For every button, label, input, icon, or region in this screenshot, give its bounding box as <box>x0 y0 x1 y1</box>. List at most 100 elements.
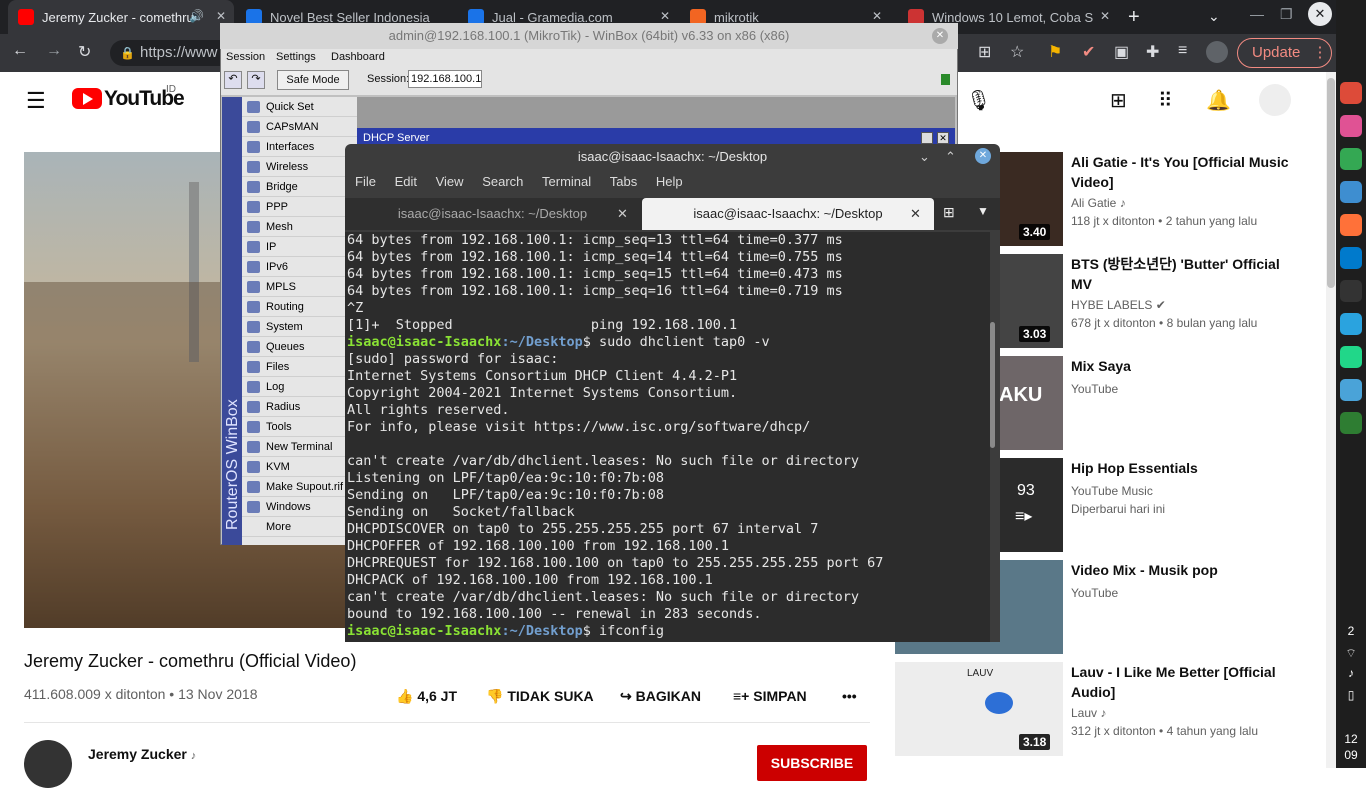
flickr-icon[interactable] <box>1340 115 1362 137</box>
undo-icon[interactable]: ↶ <box>224 71 242 89</box>
volume-icon[interactable]: ♪ <box>1336 666 1366 680</box>
nav-radius[interactable]: Radius <box>242 397 357 417</box>
update-button[interactable]: Update ⋮ <box>1237 38 1332 68</box>
hamburger-menu-icon[interactable]: ☰ <box>26 88 46 114</box>
winbox-close-icon[interactable]: ✕ <box>932 28 948 44</box>
nav-mpls[interactable]: MPLS <box>242 277 357 297</box>
nav-windows[interactable]: Windows <box>242 497 357 517</box>
forward-icon[interactable]: → <box>46 42 62 60</box>
terminal-titlebar[interactable]: isaac@isaac-Isaachx: ~/Desktop ⌄ ⌃ ✕ <box>345 144 1000 170</box>
nav-mesh[interactable]: Mesh <box>242 217 357 237</box>
redo-icon[interactable]: ↷ <box>247 71 265 89</box>
menu-search[interactable]: Search <box>482 174 523 189</box>
monitor-icon[interactable] <box>1340 379 1362 401</box>
nav-log[interactable]: Log <box>242 377 357 397</box>
terminal-tab[interactable]: isaac@isaac-Isaachx: ~/Desktop ✕ <box>345 198 640 230</box>
share-button[interactable]: ↪ BAGIKAN <box>620 688 701 705</box>
new-tab-icon[interactable]: ⊞ <box>943 204 955 221</box>
close-tab-icon[interactable]: ✕ <box>872 9 882 23</box>
like-button[interactable]: 👍 4,6 JT <box>396 688 457 705</box>
extension-icon[interactable]: ⚑ <box>1048 42 1062 62</box>
microphone-icon[interactable]: 🎙 <box>966 88 991 113</box>
nav-interfaces[interactable]: Interfaces <box>242 137 357 157</box>
vscode-icon[interactable] <box>1340 247 1362 269</box>
terminal-scrollbar[interactable] <box>990 322 995 448</box>
nav-make-supout[interactable]: Make Supout.rif <box>242 477 357 497</box>
terminal-tab-active[interactable]: isaac@isaac-Isaachx: ~/Desktop ✕ <box>642 198 934 230</box>
create-video-icon[interactable]: ⊞ <box>1110 88 1127 113</box>
bookmark-star-icon[interactable]: ☆ <box>1010 42 1024 62</box>
nav-kvm[interactable]: KVM <box>242 457 357 477</box>
menu-help[interactable]: Help <box>656 174 683 189</box>
nav-bridge[interactable]: Bridge <box>242 177 357 197</box>
notifications-bell-icon[interactable]: 🔔 <box>1206 88 1231 113</box>
media-control-icon[interactable]: ≡ <box>1178 42 1187 60</box>
audio-icon[interactable]: 🔊 <box>189 9 204 23</box>
new-tab-button[interactable]: + <box>1128 6 1140 29</box>
wifi-icon[interactable]: ⌔ <box>1336 646 1366 661</box>
winbox-titlebar[interactable]: admin@192.168.100.1 (MikroTik) - WinBox … <box>220 23 958 49</box>
nav-routing[interactable]: Routing <box>242 297 357 317</box>
extension-icon[interactable]: ✔ <box>1082 42 1095 62</box>
minimize-icon[interactable]: ⌄ <box>919 144 930 170</box>
nav-ip[interactable]: IP <box>242 237 357 257</box>
close-icon[interactable]: ✕ <box>975 148 991 164</box>
close-icon[interactable]: ✕ <box>937 132 949 144</box>
telegram-icon[interactable] <box>1340 313 1362 335</box>
maximize-icon[interactable] <box>921 132 933 144</box>
tab-search-icon[interactable]: ⌄ <box>1208 8 1220 25</box>
youtube-logo-icon[interactable] <box>72 88 102 109</box>
nav-tools[interactable]: Tools <box>242 417 357 437</box>
menu-tabs[interactable]: Tabs <box>610 174 637 189</box>
translate-icon[interactable]: ⊞ <box>978 42 991 62</box>
nav-capsman[interactable]: CAPsMAN <box>242 117 357 137</box>
menu-file[interactable]: File <box>355 174 376 189</box>
nav-more[interactable]: More <box>242 517 357 537</box>
channel-name[interactable]: Jeremy Zucker ♪ <box>88 746 196 762</box>
nav-files[interactable]: Files <box>242 357 357 377</box>
channel-avatar[interactable] <box>24 740 72 788</box>
browser-tab-youtube[interactable]: Jeremy Zucker - comethru 🔊 ✕ <box>8 0 234 34</box>
back-icon[interactable]: ← <box>12 42 28 60</box>
close-tab-icon[interactable]: ✕ <box>216 9 226 23</box>
terminal-output[interactable]: 64 bytes from 192.168.100.1: icmp_seq=13… <box>345 232 990 642</box>
nav-ppp[interactable]: PPP <box>242 197 357 217</box>
activity-icon[interactable] <box>1340 412 1362 434</box>
nav-system[interactable]: System <box>242 317 357 337</box>
session-field[interactable]: 192.168.100.1 <box>408 70 482 88</box>
page-scrollbar[interactable] <box>1326 72 1336 768</box>
close-tab-icon[interactable]: ✕ <box>910 198 921 230</box>
close-tab-icon[interactable]: ✕ <box>617 198 628 230</box>
reload-icon[interactable]: ↻ <box>78 42 91 62</box>
tab-dropdown-icon[interactable]: ▼ <box>977 204 989 218</box>
menu-terminal[interactable]: Terminal <box>542 174 591 189</box>
nav-quick-set[interactable]: Quick Set <box>242 97 357 117</box>
more-actions-button[interactable]: ••• <box>842 688 857 704</box>
minimize-window-icon[interactable]: — <box>1250 6 1264 22</box>
restore-window-icon[interactable]: ❐ <box>1280 6 1293 23</box>
close-window-icon[interactable]: ✕ <box>1308 2 1332 26</box>
recommendation-item[interactable]: LAUV 3.18 Lauv - I Like Me Better [Offic… <box>895 662 1325 756</box>
menu-view[interactable]: View <box>436 174 464 189</box>
account-avatar[interactable] <box>1259 84 1291 116</box>
menu-edit[interactable]: Edit <box>395 174 417 189</box>
dislike-button[interactable]: 👎 TIDAK SUKA <box>486 688 594 705</box>
maximize-icon[interactable]: ⌃ <box>945 144 956 170</box>
nav-queues[interactable]: Queues <box>242 337 357 357</box>
nav-new-terminal[interactable]: New Terminal <box>242 437 357 457</box>
terminal-icon[interactable] <box>1340 280 1362 302</box>
profile-avatar[interactable] <box>1206 41 1228 63</box>
menu-dashboard[interactable]: Dashboard <box>331 51 385 63</box>
menu-session[interactable]: Session <box>226 51 265 63</box>
close-tab-icon[interactable]: ✕ <box>1100 9 1110 23</box>
save-button[interactable]: ≡+ SIMPAN <box>733 688 807 704</box>
battery-icon[interactable]: ▯ <box>1336 688 1366 702</box>
menu-settings[interactable]: Settings <box>276 51 316 63</box>
firefox-icon[interactable] <box>1340 214 1362 236</box>
maps-icon[interactable] <box>1340 148 1362 170</box>
chrome-icon[interactable] <box>1340 82 1362 104</box>
apps-grid-icon[interactable]: ⠿ <box>1158 88 1173 113</box>
nav-wireless[interactable]: Wireless <box>242 157 357 177</box>
safe-mode-button[interactable]: Safe Mode <box>277 70 349 90</box>
extension-icon[interactable]: ▣ <box>1114 42 1129 62</box>
